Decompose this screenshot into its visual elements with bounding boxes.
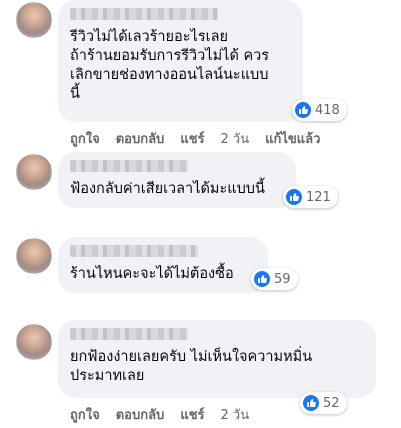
comment-bubble: ร้านไหนคะจะได้ไม่ต้องซื้อ [58, 237, 268, 293]
reaction-summary[interactable]: 418 [292, 99, 347, 121]
reaction-summary[interactable]: 59 [251, 268, 298, 290]
like-button[interactable]: ถูกใจ [70, 128, 100, 149]
timestamp[interactable]: 2 วัน [221, 128, 250, 149]
commenter-name[interactable] [70, 245, 198, 257]
comment-text: ยกฟ้องง่ายเลยครับ ไม่เห็นใจความหมิ่น ประ… [70, 349, 313, 384]
reaction-count: 418 [315, 102, 340, 118]
reaction-count: 59 [274, 271, 291, 287]
comment-actions: ถูกใจ ตอบกลับ แชร์ 2 วัน [70, 404, 249, 425]
like-thumb-icon [295, 102, 311, 118]
comment-text: ฟ้องกลับค่าเสียเวลาได้มะแบบนี้ [70, 181, 265, 197]
avatar[interactable] [16, 324, 52, 360]
like-thumb-icon [303, 395, 319, 411]
edited-label[interactable]: แก้ไขแล้ว [265, 128, 320, 149]
comment-bubble: รีวิวไม่ได้เลวร้ายอะไรเลย ถ้าร้านยอมรับก… [58, 0, 303, 122]
commenter-name[interactable] [70, 160, 188, 172]
comment-text: รีวิวไม่ได้เลวร้ายอะไรเลย ถ้าร้านยอมรับก… [70, 29, 270, 102]
like-button[interactable]: ถูกใจ [70, 404, 100, 425]
comment-bubble: ฟ้องกลับค่าเสียเวลาได้มะแบบนี้ [58, 152, 296, 208]
reply-button[interactable]: ตอบกลับ [116, 128, 165, 149]
comment-text: ร้านไหนคะจะได้ไม่ต้องซื้อ [70, 266, 234, 282]
avatar[interactable] [16, 154, 52, 190]
reaction-count: 121 [306, 189, 331, 205]
reaction-count: 52 [323, 395, 340, 411]
reaction-summary[interactable]: 52 [300, 392, 347, 414]
reply-button[interactable]: ตอบกลับ [116, 404, 165, 425]
comment-actions: ถูกใจ ตอบกลับ แชร์ 2 วัน แก้ไขแล้ว [70, 128, 320, 149]
reaction-summary[interactable]: 121 [283, 186, 338, 208]
avatar[interactable] [16, 2, 52, 38]
like-thumb-icon [254, 271, 270, 287]
share-button[interactable]: แชร์ [180, 404, 204, 425]
commenter-name[interactable] [70, 328, 188, 340]
comment-bubble: ยกฟ้องง่ายเลยครับ ไม่เห็นใจความหมิ่น ประ… [58, 320, 376, 398]
share-button[interactable]: แชร์ [180, 128, 204, 149]
timestamp[interactable]: 2 วัน [221, 404, 250, 425]
commenter-name[interactable] [70, 8, 218, 20]
avatar[interactable] [16, 238, 52, 274]
like-thumb-icon [286, 189, 302, 205]
